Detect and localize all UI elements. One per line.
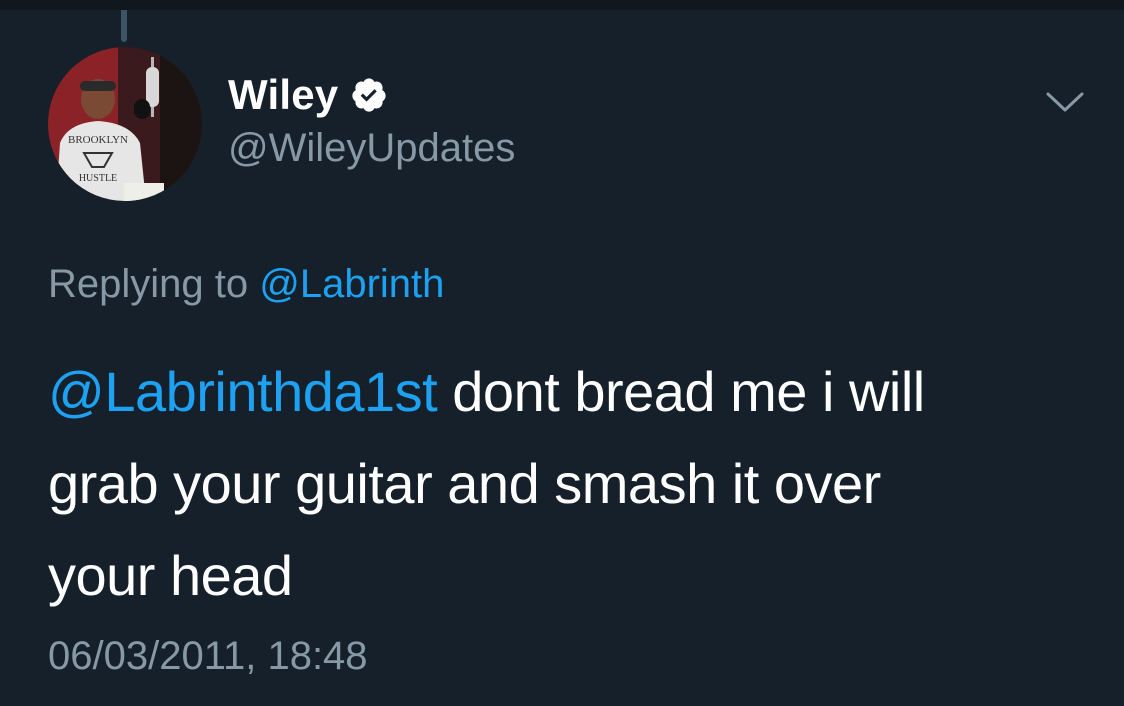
avatar-image: BROOKLYN HUSTLE <box>48 47 202 201</box>
thread-connector-line <box>121 10 127 42</box>
tweet-text: @Labrinthda1st dont bread me i will grab… <box>48 346 1068 622</box>
tweet-line-3: your head <box>48 544 293 607</box>
replying-to-prefix: Replying to <box>48 262 249 306</box>
author-handle[interactable]: @WileyUpdates <box>228 126 515 171</box>
avatar-shirt-text-top: BROOKLYN <box>68 134 128 146</box>
tweet-line-1: @Labrinthda1st dont bread me i will <box>48 346 1068 438</box>
avatar-shirt-text-bottom: HUSTLE <box>79 173 117 184</box>
tweet-line-2: grab your guitar and smash it over <box>48 452 881 515</box>
replying-to-line: Replying to @Labrinth <box>48 262 444 307</box>
verified-badge-icon <box>352 78 386 112</box>
tweet-timestamp[interactable]: 06/03/2011, 18:48 <box>48 634 368 679</box>
author-name-row[interactable]: Wiley <box>228 70 388 120</box>
chevron-down-icon[interactable] <box>1040 86 1090 120</box>
tweet-line-1-rest: dont bread me i will <box>437 360 925 423</box>
replying-to-link[interactable]: @Labrinth <box>259 262 444 306</box>
avatar[interactable]: BROOKLYN HUSTLE <box>48 47 202 201</box>
top-strip <box>0 0 1124 10</box>
author-display-name[interactable]: Wiley <box>228 71 338 119</box>
tweet-mention-link[interactable]: @Labrinthda1st <box>48 360 438 423</box>
